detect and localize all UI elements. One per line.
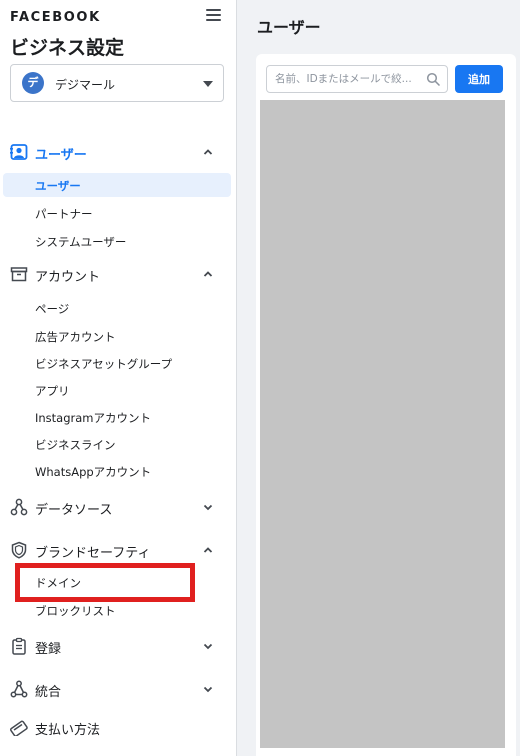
section-payment-methods[interactable]: 支払い方法 xyxy=(0,712,236,742)
chevron-down-icon xyxy=(203,504,213,511)
sidebar-item-label: ドメイン xyxy=(35,576,81,590)
account-name: デジマール xyxy=(55,78,116,92)
sidebar-item-label: ページ xyxy=(35,302,70,316)
add-button[interactable]: 追加 xyxy=(455,65,503,93)
sidebar: FACEBOOK ビジネス設定 デ デジマール ユーザー ユーザー パートナー … xyxy=(0,0,237,756)
user-badge-icon xyxy=(10,144,28,160)
credit-card-icon xyxy=(10,720,28,736)
chevron-up-icon xyxy=(203,149,213,155)
sidebar-item-label: アプリ xyxy=(35,384,70,398)
sidebar-item-pages[interactable]: ページ xyxy=(3,296,231,320)
section-label-accounts: アカウント xyxy=(35,270,101,285)
search-field[interactable] xyxy=(266,65,448,93)
section-registrations[interactable]: 登録 xyxy=(0,631,236,661)
section-data-sources[interactable]: データソース xyxy=(0,492,236,522)
section-label-brand-safety: ブランドセーフティ xyxy=(35,546,151,561)
sidebar-item-whatsapp-accounts[interactable]: WhatsAppアカウント xyxy=(3,459,231,483)
sidebar-item-domains[interactable]: ドメイン xyxy=(3,570,231,594)
sidebar-item-label: ユーザー xyxy=(35,179,81,193)
integrations-icon xyxy=(10,680,28,698)
data-sources-icon xyxy=(10,498,28,516)
sidebar-item-label: 広告アカウント xyxy=(35,330,116,344)
sidebar-item-label: Instagramアカウント xyxy=(35,411,152,425)
sidebar-item-label: ブロックリスト xyxy=(35,604,116,618)
sidebar-item-label: ビジネスアセットグループ xyxy=(35,357,173,371)
sidebar-item-label: ビジネスライン xyxy=(35,438,116,452)
sidebar-item-business-asset-groups[interactable]: ビジネスアセットグループ xyxy=(3,351,231,375)
search-input[interactable] xyxy=(275,71,425,87)
section-brand-safety[interactable]: ブランドセーフティ xyxy=(0,535,236,565)
section-label-payment-methods: 支払い方法 xyxy=(35,723,101,738)
clipboard-icon xyxy=(12,637,26,655)
archive-icon xyxy=(10,267,28,282)
sidebar-item-apps[interactable]: アプリ xyxy=(3,378,231,402)
shield-icon xyxy=(11,541,27,559)
content-placeholder-panel xyxy=(260,100,505,748)
sidebar-item-label: WhatsAppアカウント xyxy=(35,465,152,479)
sidebar-item-block-lists[interactable]: ブロックリスト xyxy=(3,598,231,622)
section-label-registrations: 登録 xyxy=(35,642,62,657)
caret-down-icon xyxy=(203,81,213,87)
content-card: 追加 xyxy=(256,54,516,756)
chevron-down-icon xyxy=(203,643,213,650)
section-accounts[interactable]: アカウント xyxy=(0,259,236,289)
page-title: ビジネス設定 xyxy=(10,37,125,59)
facebook-brand-logo: FACEBOOK xyxy=(10,10,101,25)
section-label-users: ユーザー xyxy=(35,148,87,163)
sidebar-item-ad-accounts[interactable]: 広告アカウント xyxy=(3,324,231,348)
account-avatar: デ xyxy=(22,72,44,94)
sidebar-item-business-lines[interactable]: ビジネスライン xyxy=(3,432,231,456)
hamburger-menu-icon[interactable] xyxy=(204,6,224,26)
chevron-up-icon xyxy=(203,547,213,553)
section-label-integrations: 統合 xyxy=(35,685,62,700)
search-icon[interactable] xyxy=(426,72,441,87)
sidebar-item-partners[interactable]: パートナー xyxy=(3,201,231,225)
chevron-up-icon xyxy=(203,271,213,277)
chevron-down-icon xyxy=(203,686,213,693)
sidebar-item-users[interactable]: ユーザー xyxy=(3,173,231,197)
section-label-data-sources: データソース xyxy=(35,503,113,518)
sidebar-item-system-users[interactable]: システムユーザー xyxy=(3,229,231,253)
business-account-selector[interactable]: デ デジマール xyxy=(10,64,224,102)
sidebar-item-label: パートナー xyxy=(35,207,93,221)
section-integrations[interactable]: 統合 xyxy=(0,674,236,704)
section-users[interactable]: ユーザー xyxy=(0,137,236,167)
main-title: ユーザー xyxy=(257,18,321,37)
sidebar-item-instagram-accounts[interactable]: Instagramアカウント xyxy=(3,405,231,429)
sidebar-item-label: システムユーザー xyxy=(35,235,127,249)
page-edge xyxy=(516,0,520,756)
